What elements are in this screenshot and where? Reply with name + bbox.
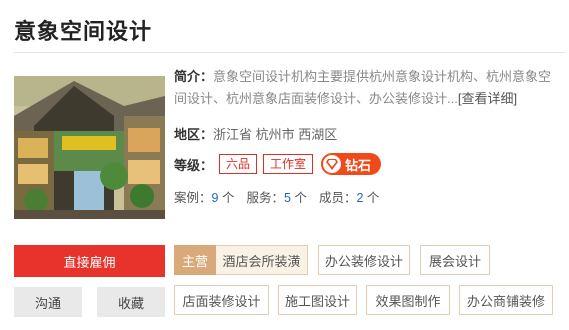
view-details-link[interactable]: [查看详细]: [458, 91, 517, 106]
service-tag[interactable]: 酒店会所装潢: [216, 245, 308, 275]
level-tag-type: 工作室: [263, 154, 314, 174]
chat-button[interactable]: 沟通: [14, 287, 82, 317]
service-tag[interactable]: 办公商铺装修: [459, 285, 553, 315]
region-row: 地区：浙江省 杭州市 西湖区: [174, 124, 337, 143]
company-name: 意象空间设计: [14, 19, 153, 44]
company-photo[interactable]: [14, 76, 165, 219]
services-label: 服务：: [246, 191, 284, 205]
services-unit: 个: [294, 191, 307, 205]
favorite-button[interactable]: 收藏: [97, 287, 165, 317]
services-value[interactable]: 5: [284, 191, 291, 205]
diamond-icon: [323, 155, 342, 173]
region-value: 浙江省 杭州市 西湖区: [213, 127, 338, 142]
members-value[interactable]: 2: [356, 191, 363, 205]
level-tag-rank: 六品: [219, 154, 258, 174]
service-tag[interactable]: 办公装修设计: [318, 245, 410, 275]
stats-row: 案例：9 个服务：5 个成员：2 个: [174, 187, 379, 206]
service-tag[interactable]: 效果图制作: [366, 285, 450, 315]
storefront-image: [14, 76, 165, 219]
service-tag[interactable]: 店面装修设计: [174, 285, 269, 315]
members-unit: 个: [366, 191, 380, 205]
level-row: 等级： 六品 工作室 钻石: [174, 153, 382, 175]
service-tag[interactable]: 展会设计: [420, 245, 490, 275]
intro-label: 简介：: [174, 69, 214, 84]
cases-unit: 个: [221, 191, 235, 205]
intro-block: 简介：意象空间设计机构主要提供杭州意象设计机构、杭州意象空间设计、杭州意象店面装…: [174, 66, 564, 110]
level-label: 等级：: [174, 157, 214, 173]
hire-button[interactable]: 直接雇佣: [14, 245, 165, 277]
service-tag[interactable]: 施工图设计: [278, 285, 357, 315]
members-label: 成员：: [318, 191, 357, 205]
diamond-label: 钻石: [345, 157, 372, 173]
title-divider: [14, 52, 565, 53]
main-business-label: 主营: [174, 245, 216, 275]
region-label: 地区：: [174, 127, 214, 142]
diamond-badge: 钻石: [321, 153, 382, 175]
cases-value[interactable]: 9: [212, 191, 219, 205]
cases-label: 案例：: [174, 191, 212, 205]
